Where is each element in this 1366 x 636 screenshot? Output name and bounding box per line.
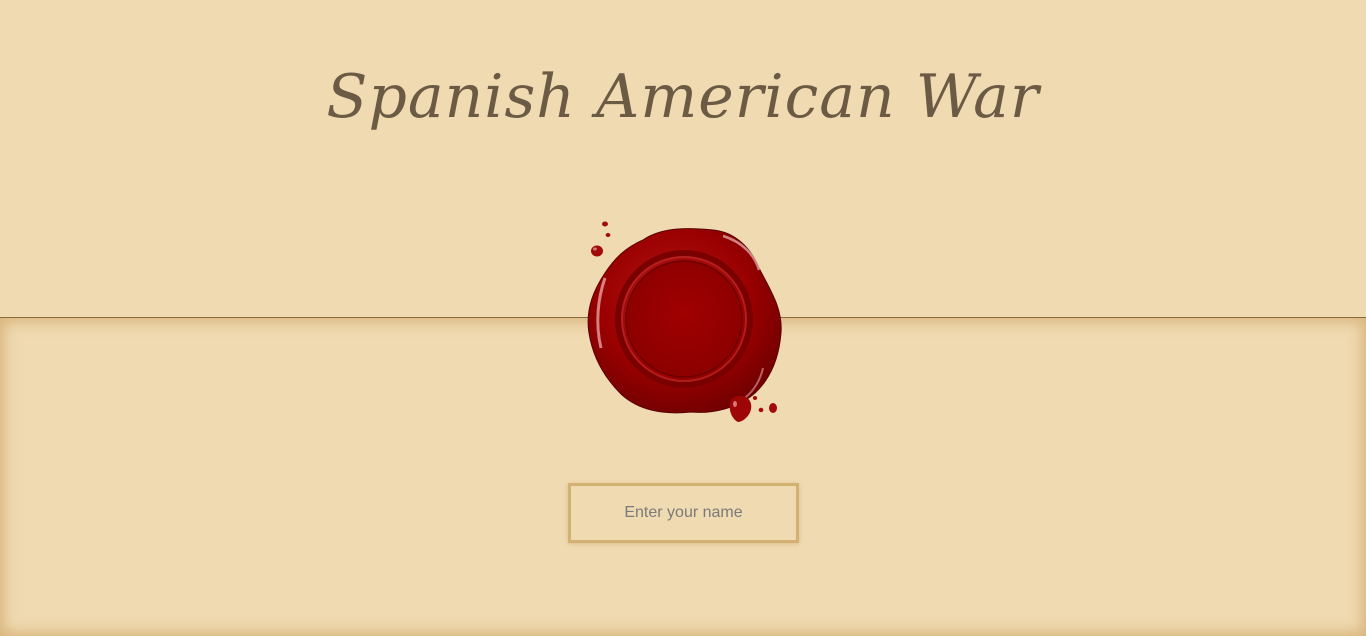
wax-seal-icon[interactable] xyxy=(583,218,785,428)
page-title: Spanish American War xyxy=(326,62,1040,132)
envelope-page: Spanish American War xyxy=(0,0,1366,636)
name-input[interactable] xyxy=(568,483,799,543)
